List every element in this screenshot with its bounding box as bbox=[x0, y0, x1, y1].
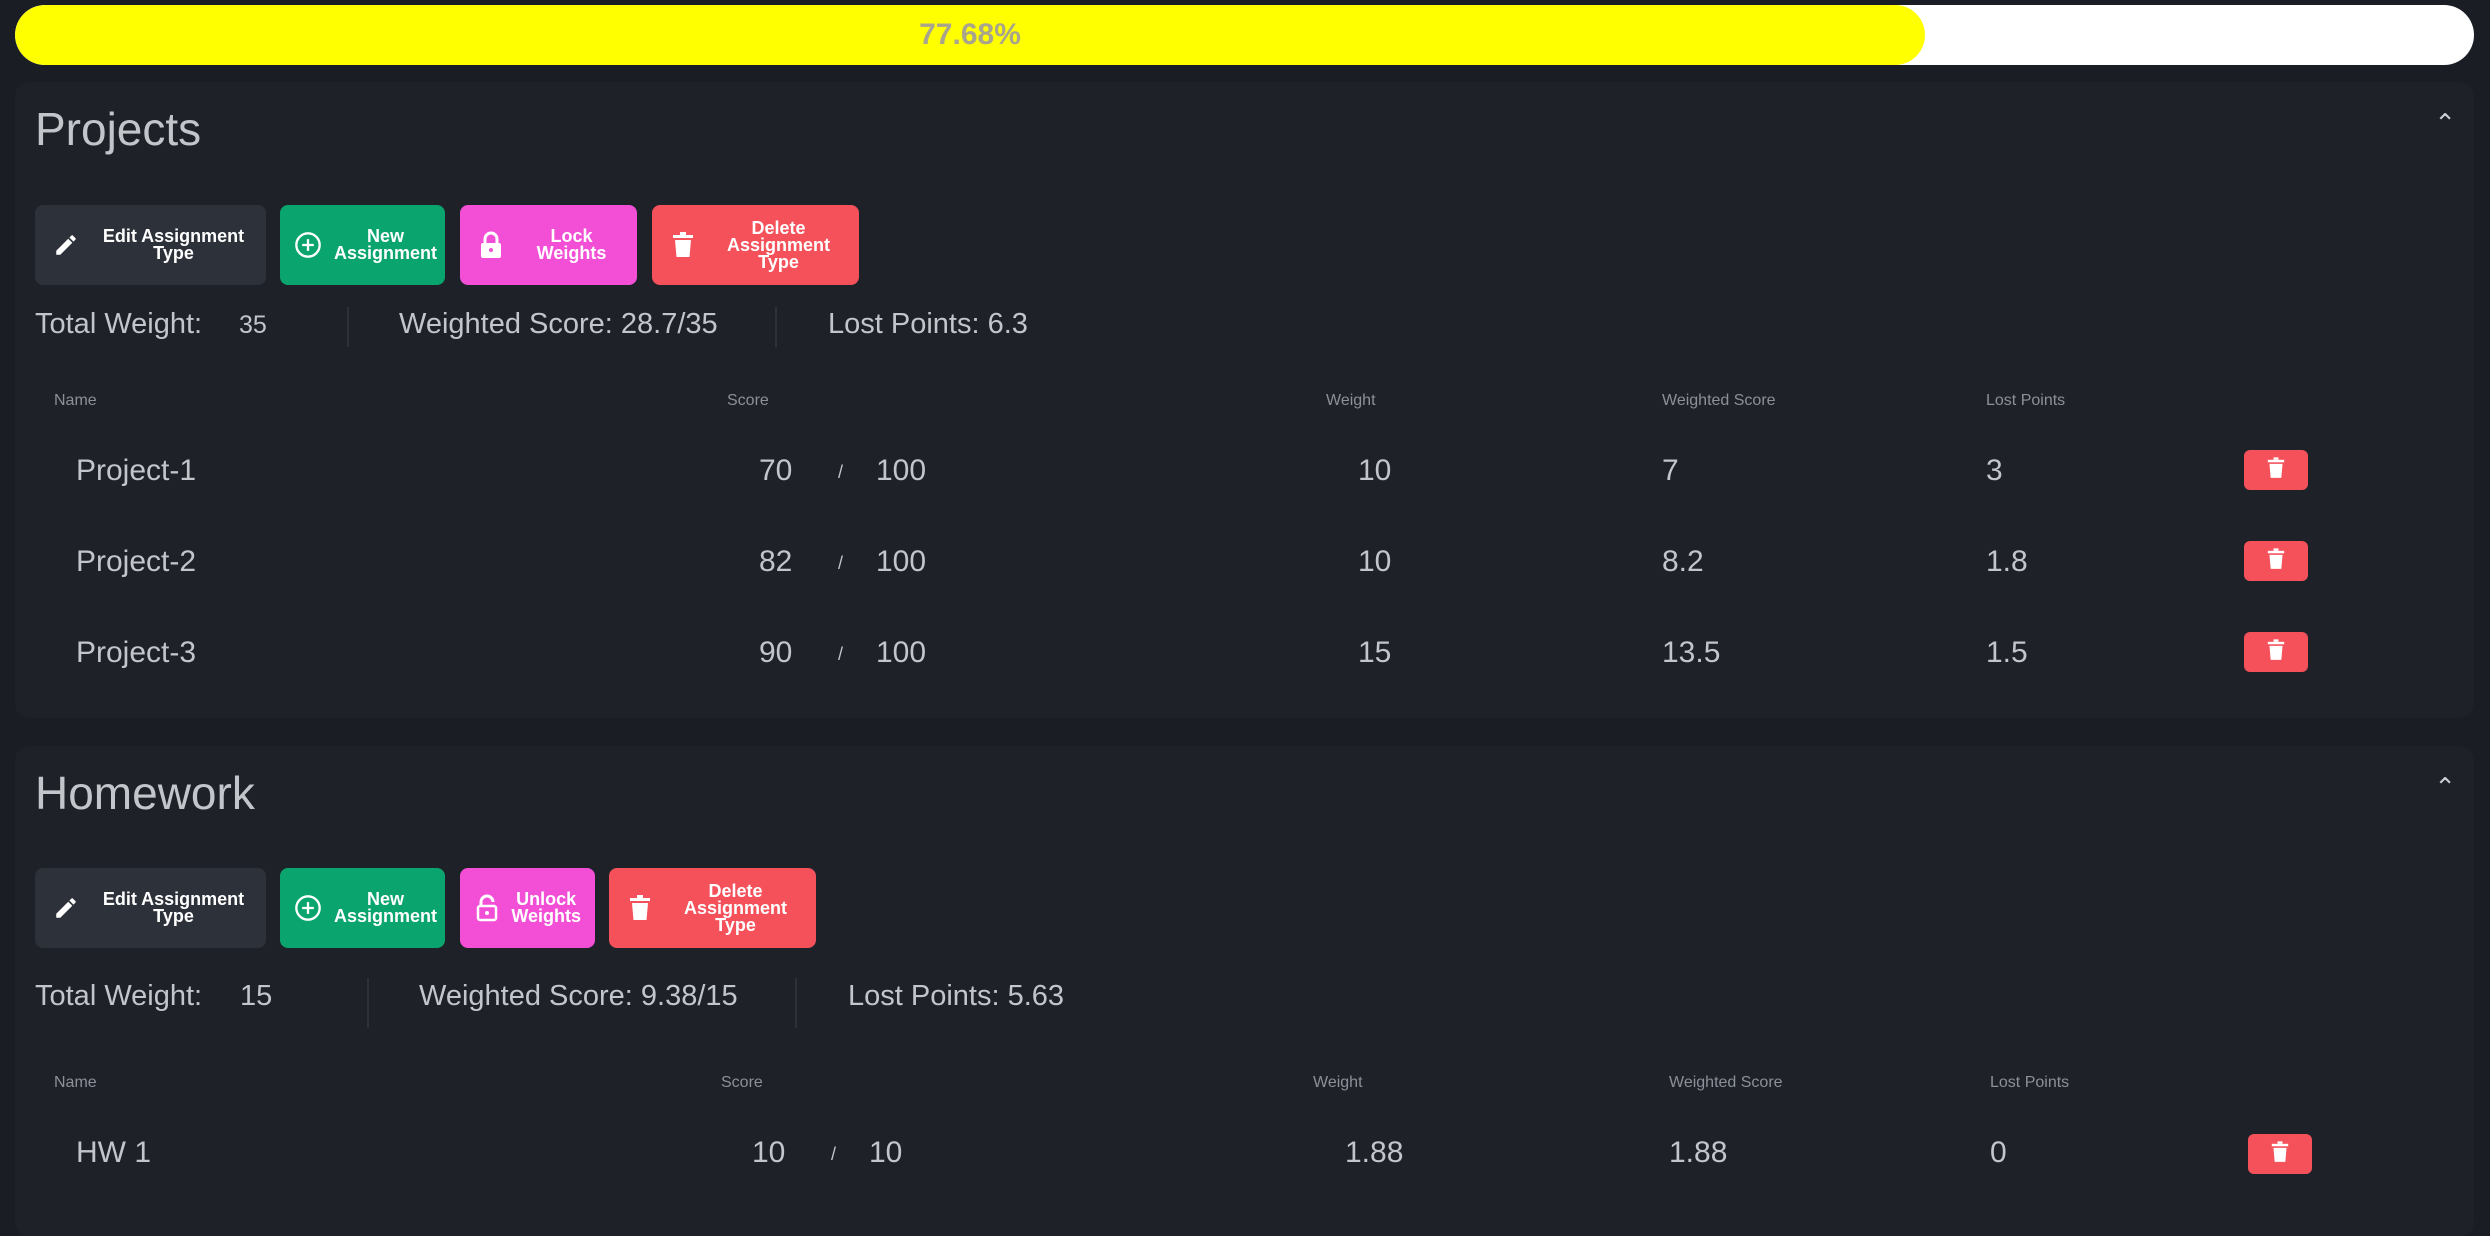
delete-assignment-type-button[interactable]: Delete Assignment Type bbox=[652, 205, 859, 285]
assignment-type-card-homework: Homework ⌃ Edit Assignment Type New Assig… bbox=[15, 746, 2474, 1236]
edit-assignment-type-label: Edit Assignment Type bbox=[102, 226, 245, 263]
new-label-line2: Assignment bbox=[334, 906, 438, 926]
lost-points-value: 1.5 bbox=[1986, 636, 2028, 669]
column-header-name: Name bbox=[54, 392, 97, 409]
column-header-lost-points: Lost Points bbox=[1986, 392, 2066, 409]
column-header-weight: Weight bbox=[1313, 1074, 1363, 1091]
unlock-weights-button[interactable]: Unlock Weights bbox=[460, 868, 595, 948]
pencil-icon bbox=[49, 895, 83, 921]
max-score-input[interactable]: 100 bbox=[876, 545, 926, 579]
score-separator: / bbox=[838, 553, 844, 573]
plus-circle-icon bbox=[294, 894, 322, 922]
unlock-label-line2: Weights bbox=[511, 906, 581, 926]
delete-assignment-type-button[interactable]: Delete Assignment Type bbox=[609, 868, 816, 948]
max-score-input[interactable]: 10 bbox=[869, 1136, 902, 1170]
weighted-score-summary: Weighted Score: 28.7/35 bbox=[399, 308, 718, 340]
delete-assignment-button[interactable] bbox=[2244, 632, 2308, 672]
delete-assignment-button[interactable] bbox=[2244, 450, 2308, 490]
weight-input[interactable]: 10 bbox=[1358, 454, 1391, 488]
progress-label: 77.68% bbox=[919, 18, 1021, 51]
lock-icon bbox=[474, 231, 508, 259]
delete-label-line2: Assignment Type bbox=[726, 234, 831, 272]
weighted-score-value: 13.5 bbox=[1662, 636, 1721, 669]
column-header-lost-points: Lost Points bbox=[1990, 1074, 2070, 1091]
divider bbox=[775, 307, 777, 347]
grade-progress-bar: 77.68% bbox=[15, 5, 2474, 65]
divider bbox=[795, 978, 797, 1028]
section-title: Homework bbox=[35, 767, 255, 819]
score-input[interactable]: 82 bbox=[759, 545, 792, 579]
edit-assignment-type-button[interactable]: Edit Assignment Type bbox=[35, 868, 266, 948]
score-input[interactable]: 10 bbox=[752, 1136, 785, 1170]
total-weight-value[interactable]: 35 bbox=[239, 311, 267, 340]
trash-icon bbox=[2267, 547, 2285, 575]
assignment-name[interactable]: Project-2 bbox=[76, 545, 196, 579]
chevron-up-icon[interactable]: ⌃ bbox=[2434, 108, 2456, 139]
score-separator: / bbox=[838, 462, 844, 482]
plus-circle-icon bbox=[294, 231, 322, 259]
edit-assignment-type-button[interactable]: Edit Assignment Type bbox=[35, 205, 266, 285]
score-separator: / bbox=[831, 1144, 837, 1164]
total-weight-value[interactable]: 15 bbox=[240, 980, 272, 1013]
trash-icon bbox=[2267, 638, 2285, 666]
new-label-line2: Assignment bbox=[334, 243, 438, 263]
trash-icon bbox=[2267, 456, 2285, 484]
total-weight-label: Total Weight: bbox=[35, 980, 203, 1012]
new-assignment-button[interactable]: New Assignment bbox=[280, 205, 445, 285]
total-weight-label: Total Weight: bbox=[35, 308, 203, 340]
pencil-icon bbox=[49, 232, 83, 258]
column-header-weighted-score: Weighted Score bbox=[1662, 392, 1776, 409]
lock-weights-label: Lock Weights bbox=[536, 226, 607, 263]
weighted-score-value: 8.2 bbox=[1662, 545, 1704, 578]
weight-input[interactable]: 10 bbox=[1358, 545, 1391, 579]
weight-input[interactable]: 15 bbox=[1358, 636, 1391, 670]
lost-points-value: 0 bbox=[1990, 1136, 2007, 1169]
max-score-input[interactable]: 100 bbox=[876, 454, 926, 488]
delete-assignment-button[interactable] bbox=[2248, 1134, 2312, 1174]
lost-points-summary: Lost Points: 5.63 bbox=[848, 980, 1065, 1012]
lost-points-value: 3 bbox=[1986, 454, 2003, 487]
trash-icon bbox=[666, 232, 700, 258]
assignment-name[interactable]: HW 1 bbox=[76, 1136, 151, 1170]
score-separator: / bbox=[838, 644, 844, 664]
score-input[interactable]: 70 bbox=[759, 454, 792, 488]
lock-weights-button[interactable]: Lock Weights bbox=[460, 205, 637, 285]
new-assignment-button[interactable]: New Assignment bbox=[280, 868, 445, 948]
edit-assignment-type-label: Edit Assignment Type bbox=[102, 889, 245, 926]
weighted-score-summary: Weighted Score: 9.38/15 bbox=[419, 980, 738, 1012]
lost-points-value: 1.8 bbox=[1986, 545, 2028, 578]
column-header-score: Score bbox=[721, 1074, 763, 1091]
lost-points-summary: Lost Points: 6.3 bbox=[828, 308, 1028, 340]
column-header-weighted-score: Weighted Score bbox=[1669, 1074, 1783, 1091]
max-score-input[interactable]: 100 bbox=[876, 636, 926, 670]
weighted-score-value: 7 bbox=[1662, 454, 1679, 487]
column-header-score: Score bbox=[727, 392, 769, 409]
chevron-up-icon[interactable]: ⌃ bbox=[2434, 772, 2456, 803]
column-header-weight: Weight bbox=[1326, 392, 1376, 409]
section-title: Projects bbox=[35, 103, 202, 155]
column-header-name: Name bbox=[54, 1074, 97, 1091]
divider bbox=[347, 307, 349, 347]
unlock-icon bbox=[474, 894, 499, 922]
assignment-name[interactable]: Project-1 bbox=[76, 454, 196, 488]
delete-assignment-button[interactable] bbox=[2244, 541, 2308, 581]
trash-icon bbox=[623, 895, 657, 921]
assignment-type-card-projects: Projects ⌃ Edit Assignment Type New Assig… bbox=[15, 82, 2474, 718]
score-input[interactable]: 90 bbox=[759, 636, 792, 670]
delete-label-line2: Assignment Type bbox=[683, 897, 788, 935]
weighted-score-value: 1.88 bbox=[1669, 1136, 1728, 1169]
trash-icon bbox=[2271, 1140, 2289, 1168]
divider bbox=[367, 978, 369, 1028]
weight-input[interactable]: 1.88 bbox=[1345, 1136, 1403, 1170]
assignment-name[interactable]: Project-3 bbox=[76, 636, 196, 670]
